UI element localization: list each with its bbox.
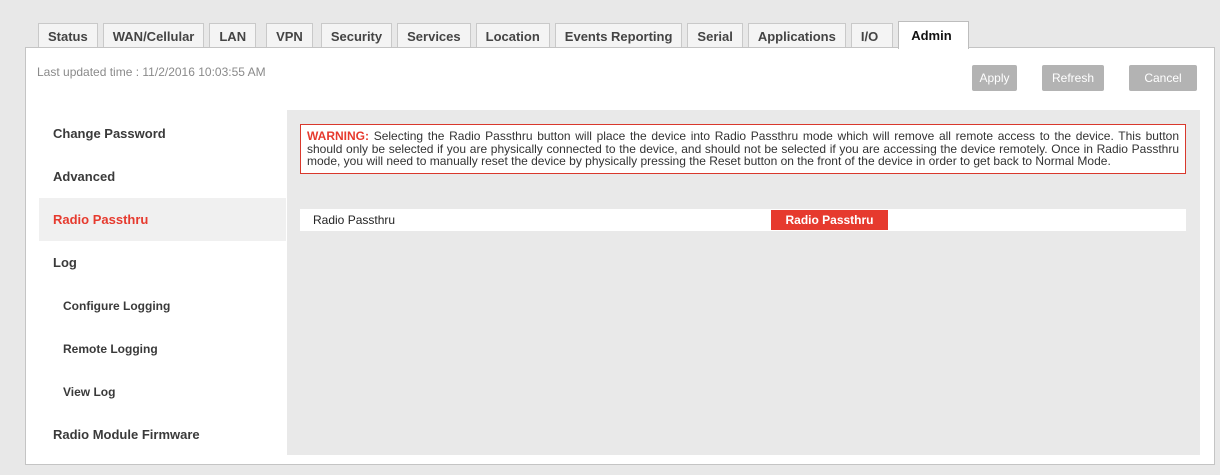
radio-passthru-label: Radio Passthru [313, 213, 396, 227]
tab-io[interactable]: I/O [850, 23, 894, 48]
tab-events-reporting[interactable]: Events Reporting [554, 23, 683, 48]
sidebar-item-change-password[interactable]: Change Password [39, 112, 286, 155]
tab-wan-cellular[interactable]: WAN/Cellular [102, 23, 205, 48]
warning-box: WARNING: Selecting the Radio Passthru bu… [300, 124, 1186, 174]
sidebar-item-radio-module-firmware[interactable]: Radio Module Firmware [39, 413, 286, 456]
tab-security[interactable]: Security [320, 23, 393, 48]
warning-text: Selecting the Radio Passthru button will… [307, 129, 1179, 168]
tab-services[interactable]: Services [397, 23, 471, 48]
tab-location[interactable]: Location [475, 23, 550, 48]
sidebar-item-log[interactable]: Log [39, 241, 286, 284]
radio-passthru-row: Radio Passthru Radio Passthru [300, 209, 1186, 231]
tab-status[interactable]: Status [38, 23, 98, 48]
sidebar-item-configure-logging[interactable]: Configure Logging [39, 284, 286, 327]
admin-sidebar: Change Password Advanced Radio Passthru … [39, 112, 286, 456]
tab-applications[interactable]: Applications [747, 23, 846, 48]
sidebar-item-advanced[interactable]: Advanced [39, 155, 286, 198]
cancel-button[interactable]: Cancel [1129, 65, 1197, 91]
tab-vpn[interactable]: VPN [266, 23, 313, 48]
tab-lan[interactable]: LAN [209, 23, 257, 48]
sidebar-item-remote-logging[interactable]: Remote Logging [39, 327, 286, 370]
refresh-button[interactable]: Refresh [1042, 65, 1104, 91]
apply-button[interactable]: Apply [972, 65, 1017, 91]
radio-passthru-button[interactable]: Radio Passthru [771, 210, 888, 230]
sidebar-item-radio-passthru[interactable]: Radio Passthru [39, 198, 286, 241]
content-area: WARNING: Selecting the Radio Passthru bu… [287, 110, 1200, 455]
tab-serial[interactable]: Serial [687, 23, 743, 48]
sidebar-item-view-log[interactable]: View Log [39, 370, 286, 413]
last-updated-time: Last updated time : 11/2/2016 10:03:55 A… [37, 65, 266, 79]
main-tab-bar: Status WAN/Cellular LAN VPN Security Ser… [38, 21, 974, 49]
tab-admin[interactable]: Admin [898, 21, 970, 49]
admin-panel: Last updated time : 11/2/2016 10:03:55 A… [25, 47, 1215, 465]
